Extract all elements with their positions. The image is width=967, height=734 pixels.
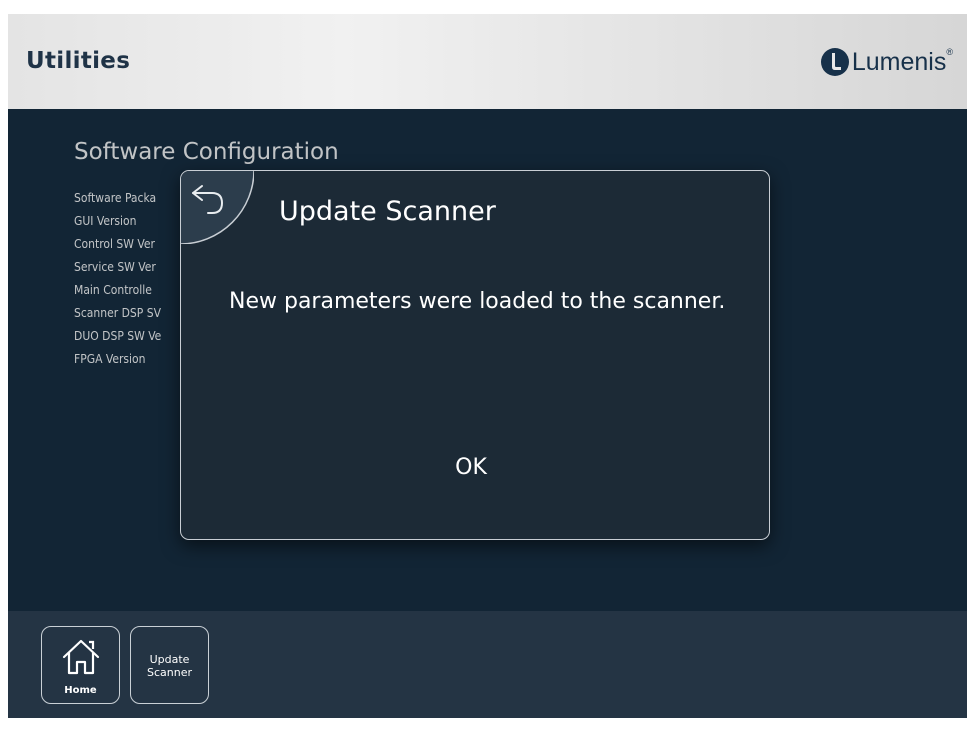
bottom-toolbar: Home Update Scanner [8, 611, 967, 718]
lumenis-logo: Lumenis ® [820, 45, 953, 79]
back-button[interactable] [180, 170, 254, 244]
home-button[interactable]: Home [41, 626, 120, 704]
logo-text: Lumenis [851, 47, 947, 76]
app-frame: Utilities Lumenis ® Software Configurati… [8, 14, 967, 718]
home-icon [62, 639, 100, 675]
registered-mark: ® [946, 47, 953, 57]
dialog-title: Update Scanner [279, 196, 496, 227]
logo-mark-icon [820, 48, 849, 76]
update-scanner-dialog: Update Scanner New parameters were loade… [180, 170, 770, 540]
home-button-label: Home [64, 685, 97, 696]
update-scanner-button[interactable]: Update Scanner [130, 626, 209, 704]
update-scanner-label: Update Scanner [146, 653, 192, 679]
page-title: Utilities [26, 48, 131, 74]
dialog-message: New parameters were loaded to the scanne… [229, 289, 726, 314]
header-bar: Utilities Lumenis ® [8, 14, 967, 109]
ok-button[interactable]: OK [396, 436, 546, 500]
